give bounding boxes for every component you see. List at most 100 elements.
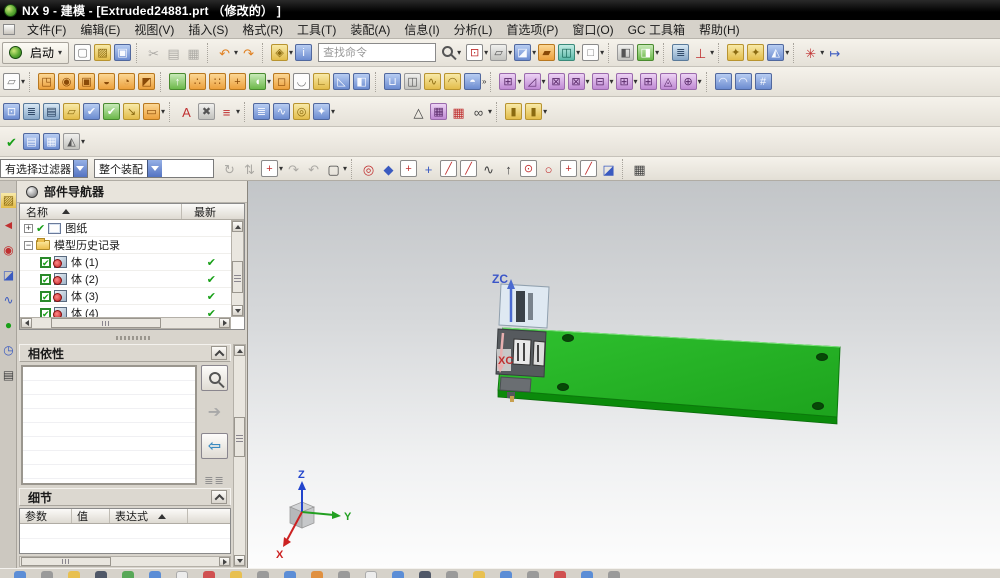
visibility-checkbox[interactable] xyxy=(36,222,45,235)
taskbar-icon[interactable] xyxy=(176,571,188,578)
boss-icon[interactable]: ◒ xyxy=(97,72,117,91)
face-snap-icon[interactable]: ◪ xyxy=(599,159,619,178)
boolean-icon[interactable]: ◖ ▾ xyxy=(248,72,272,91)
database-icon[interactable]: ≣ xyxy=(252,102,272,121)
tree-vertical-scrollbar[interactable] xyxy=(231,220,244,317)
table-icon[interactable]: ▦ xyxy=(42,132,62,151)
hole-icon[interactable]: ▣ xyxy=(77,72,97,91)
cluster-icon[interactable]: ∴ xyxy=(188,72,208,91)
dependencies-forward-button[interactable]: ➔ xyxy=(201,399,228,425)
web-browser-icon[interactable]: ● xyxy=(1,318,16,333)
center-snap-icon[interactable]: ⊙ xyxy=(519,159,539,178)
block-icon[interactable]: ◻ xyxy=(272,72,292,91)
shaded-select-icon[interactable]: ◆ xyxy=(379,159,399,178)
examine-geometry-icon[interactable]: ✔ xyxy=(82,102,102,121)
taskbar-icon[interactable] xyxy=(608,571,620,578)
tree-horizontal-scrollbar[interactable] xyxy=(20,317,231,329)
palettes-icon[interactable]: ▤ xyxy=(1,368,16,383)
layer-stack-icon[interactable]: ≣ xyxy=(22,102,42,121)
sheet-icon[interactable]: ∿ xyxy=(423,72,443,91)
hole[interactable] xyxy=(812,402,824,410)
replace-face-icon[interactable]: ⊠ xyxy=(547,72,567,91)
keys-icon[interactable]: ✦ xyxy=(746,43,766,62)
pins-icon[interactable]: ✳ ▾ xyxy=(801,43,825,62)
circles-icon[interactable]: ∞ ▾ xyxy=(469,102,493,121)
details-horizontal-scrollbar[interactable] xyxy=(19,556,231,567)
table-add-icon[interactable]: ▦ xyxy=(449,102,469,121)
taskbar-icon[interactable] xyxy=(446,571,458,578)
tree-column-header[interactable]: 名称 最新 xyxy=(20,204,244,220)
rotate-ccw-icon[interactable]: ↶ xyxy=(304,159,324,178)
expression-icon[interactable]: ▭ ▾ xyxy=(142,102,166,121)
render-style-icon[interactable]: ▰ xyxy=(537,43,557,62)
trim-body-icon[interactable]: ◫ xyxy=(403,72,423,91)
spring-icon[interactable]: ∿ xyxy=(272,102,292,121)
taskbar-icon[interactable] xyxy=(257,571,269,578)
sweep-icon[interactable]: ◠ xyxy=(443,72,463,91)
chevron-down-icon[interactable] xyxy=(72,160,87,177)
pattern-face-icon[interactable]: ⊞ xyxy=(639,72,659,91)
swap-select-icon[interactable]: ⇅ xyxy=(240,159,260,178)
taskbar-icon[interactable] xyxy=(149,571,161,578)
hand-tool-icon[interactable]: ✦ ▾ xyxy=(312,102,336,121)
details-column-header[interactable]: 参数 值 表达式 xyxy=(20,509,230,524)
info-tag-icon[interactable]: i xyxy=(294,43,314,62)
sketch-icon[interactable]: ▱ ▾ xyxy=(2,72,26,91)
panel-vertical-scrollbar[interactable] xyxy=(233,344,246,567)
layer-settings-icon[interactable]: ▤ xyxy=(42,102,62,121)
tree-row[interactable]: 体 (4) ✔ xyxy=(20,305,231,317)
view-section-icon[interactable]: ◭ ▾ xyxy=(62,132,86,151)
curve-snap-icon[interactable]: ∿ xyxy=(479,159,499,178)
more-features-icon[interactable]: ◓» xyxy=(463,72,487,91)
undo-icon[interactable]: ↶ ▾ xyxy=(215,43,239,62)
taskbar-icon[interactable] xyxy=(473,571,485,578)
translucency-icon[interactable]: ◫ ▾ xyxy=(557,43,581,62)
mouse-gesture-icon[interactable]: ✖ xyxy=(197,102,217,121)
tag-icon[interactable]: ▱ xyxy=(62,102,82,121)
menu-item[interactable]: 视图(V) xyxy=(127,19,181,40)
chamfer-icon[interactable]: ◧ xyxy=(352,72,372,91)
clipboard-icon[interactable]: ▤ xyxy=(22,132,42,151)
shaded-view-icon[interactable]: ◪ ▾ xyxy=(513,43,537,62)
solid-body-plate[interactable] xyxy=(497,327,841,425)
hole[interactable] xyxy=(562,334,574,342)
dependencies-header[interactable]: 相依性 xyxy=(19,344,231,362)
taskbar-icon[interactable] xyxy=(392,571,404,578)
hd3d-tools-icon[interactable]: ∿ xyxy=(1,293,16,308)
paste-icon[interactable]: ▦ xyxy=(184,43,204,62)
taskbar-icon[interactable] xyxy=(68,571,80,578)
extrude-icon[interactable]: ◳ xyxy=(37,72,57,91)
mesh-surface-icon[interactable]: # xyxy=(754,72,774,91)
menu-item[interactable]: 帮助(H) xyxy=(692,19,747,40)
selection-scope-dropdown[interactable]: 整个装配 xyxy=(94,159,214,178)
background-icon[interactable]: □ ▾ xyxy=(581,43,605,62)
assembly-navigator-icon[interactable]: ▨ xyxy=(1,193,16,208)
menu-item[interactable]: 插入(S) xyxy=(181,19,235,40)
display-mode-icon[interactable]: ▱ ▾ xyxy=(489,43,513,62)
column-name[interactable]: 名称 xyxy=(20,204,48,220)
snap-all-icon[interactable]: + xyxy=(399,159,419,178)
panel-splitter[interactable] xyxy=(17,332,247,344)
taskbar-icon[interactable] xyxy=(500,571,512,578)
measure-distance-icon[interactable]: ↦ xyxy=(825,43,845,62)
midpoint-snap-icon[interactable]: ╱ xyxy=(459,159,479,178)
taskbar-icon[interactable] xyxy=(95,571,107,578)
model-canvas[interactable]: ZC XC Z Y X xyxy=(248,181,1000,568)
cycle-select-icon[interactable]: ↻ xyxy=(220,159,240,178)
operation-list-icon[interactable]: ≣ xyxy=(671,43,691,62)
hole[interactable] xyxy=(816,353,828,361)
taskbar-icon[interactable] xyxy=(419,571,431,578)
system-menu-icon[interactable] xyxy=(3,23,15,35)
swept-surface-icon[interactable]: ◠ xyxy=(734,72,754,91)
window-next-icon[interactable]: ◨ ▾ xyxy=(636,43,660,62)
view-frame-icon[interactable]: ⊡ xyxy=(2,102,22,121)
column-value[interactable]: 值 xyxy=(72,509,110,523)
tree-row[interactable]: 图纸 xyxy=(20,220,231,237)
menu-item[interactable]: 格式(R) xyxy=(235,19,290,40)
move-face-icon[interactable]: ⊞ ▾ xyxy=(498,72,522,91)
hole[interactable] xyxy=(557,383,569,391)
visibility-checkbox[interactable] xyxy=(40,273,51,285)
four-point-surface-icon[interactable]: ◠ xyxy=(714,72,734,91)
endpoint-snap-icon[interactable]: ╱ xyxy=(439,159,459,178)
menu-item[interactable]: 窗口(O) xyxy=(565,19,620,40)
